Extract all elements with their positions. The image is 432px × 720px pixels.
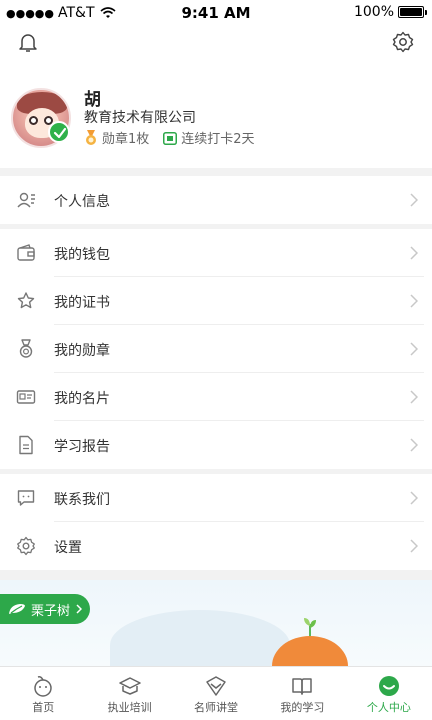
user-company: 教育技术有限公司 bbox=[84, 110, 196, 126]
tab-home[interactable]: 首页 bbox=[0, 667, 86, 720]
menu-label: 个人信息 bbox=[54, 194, 110, 210]
profile-icon bbox=[378, 676, 399, 696]
chevron-right-icon bbox=[410, 438, 418, 452]
menu-item-personal-info[interactable]: 个人信息 bbox=[0, 176, 432, 224]
user-card-icon bbox=[17, 192, 35, 208]
gear-icon bbox=[17, 536, 35, 556]
menu-label: 学习报告 bbox=[54, 439, 110, 455]
chevron-right-icon bbox=[410, 342, 418, 356]
user-stats: 勋章1枚 连续打卡2天 bbox=[84, 128, 269, 147]
document-icon bbox=[19, 435, 33, 455]
chevron-right-icon bbox=[410, 294, 418, 308]
bell-icon[interactable] bbox=[16, 30, 40, 54]
menu-item-business-card[interactable]: 我的名片 bbox=[0, 373, 432, 421]
chevron-right-icon bbox=[410, 491, 418, 505]
menu-label: 我的证书 bbox=[54, 295, 110, 311]
banner-label: 栗子树 bbox=[31, 603, 71, 619]
menu-item-medals[interactable]: 我的勋章 bbox=[0, 325, 432, 373]
tab-training[interactable]: 执业培训 bbox=[86, 667, 172, 720]
tab-profile[interactable]: 个人中心 bbox=[346, 667, 432, 720]
medal-icon bbox=[19, 339, 33, 358]
home-icon bbox=[34, 676, 52, 697]
tab-label: 首页 bbox=[32, 701, 55, 714]
calendar-icon bbox=[163, 131, 178, 145]
menu-label: 我的勋章 bbox=[54, 343, 110, 359]
menu-label: 联系我们 bbox=[54, 492, 110, 508]
battery-icon bbox=[398, 6, 427, 18]
chevron-right-icon bbox=[410, 539, 418, 553]
checkin-streak[interactable]: 连续打卡2天 bbox=[163, 128, 255, 147]
tab-label: 名师讲堂 bbox=[194, 701, 239, 714]
leaf-icon bbox=[9, 604, 25, 614]
menu-label: 我的名片 bbox=[54, 391, 110, 407]
menu-group-info: 个人信息 bbox=[0, 176, 432, 224]
menu-item-contact[interactable]: 联系我们 bbox=[0, 474, 432, 522]
banner-background-shape bbox=[110, 610, 290, 666]
menu-label: 我的钱包 bbox=[54, 247, 110, 263]
verified-badge-icon bbox=[48, 121, 70, 143]
medal-count[interactable]: 勋章1枚 bbox=[84, 128, 149, 147]
promo-banner[interactable]: 栗子树 bbox=[0, 580, 432, 666]
battery-status: 100% bbox=[353, 4, 427, 20]
bottom-tab-bar: 首页 执业培训 名师讲堂 我的学习 个人中心 bbox=[0, 666, 432, 720]
menu-label: 设置 bbox=[54, 540, 82, 556]
chevron-right-icon bbox=[410, 390, 418, 404]
menu-item-certificates[interactable]: 我的证书 bbox=[0, 277, 432, 325]
id-card-icon bbox=[16, 390, 36, 404]
tab-label: 我的学习 bbox=[280, 701, 325, 714]
menu-group-support: 联系我们 设置 bbox=[0, 474, 432, 570]
menu-item-wallet[interactable]: 我的钱包 bbox=[0, 229, 432, 277]
menu-item-study-report[interactable]: 学习报告 bbox=[0, 421, 432, 469]
gear-icon[interactable] bbox=[391, 30, 415, 54]
book-icon bbox=[292, 678, 313, 695]
training-icon bbox=[118, 677, 141, 695]
lizishu-button[interactable]: 栗子树 bbox=[0, 594, 91, 624]
medal-count-label: 勋章1枚 bbox=[102, 132, 150, 147]
medal-icon bbox=[86, 129, 96, 145]
checkin-label: 连续打卡2天 bbox=[181, 132, 255, 147]
tab-lecture[interactable]: 名师讲堂 bbox=[173, 667, 259, 720]
battery-percent: 100% bbox=[353, 4, 394, 20]
lecture-icon bbox=[206, 676, 226, 696]
tab-label: 执业培训 bbox=[107, 701, 152, 714]
menu-group-assets: 我的钱包 我的证书 我的勋章 我的名片 学习报告 bbox=[0, 229, 432, 469]
tab-label: 个人中心 bbox=[366, 701, 411, 714]
chevron-right-icon bbox=[76, 604, 83, 614]
tab-my-study[interactable]: 我的学习 bbox=[259, 667, 345, 720]
chevron-right-icon bbox=[410, 246, 418, 260]
status-bar: ●●●●● AT&T 9:41 AM 100% bbox=[0, 0, 432, 26]
chat-icon bbox=[17, 490, 35, 506]
wallet-icon bbox=[17, 244, 35, 261]
star-award-icon bbox=[17, 292, 35, 309]
menu-item-settings[interactable]: 设置 bbox=[0, 522, 432, 570]
chevron-right-icon bbox=[410, 193, 418, 207]
